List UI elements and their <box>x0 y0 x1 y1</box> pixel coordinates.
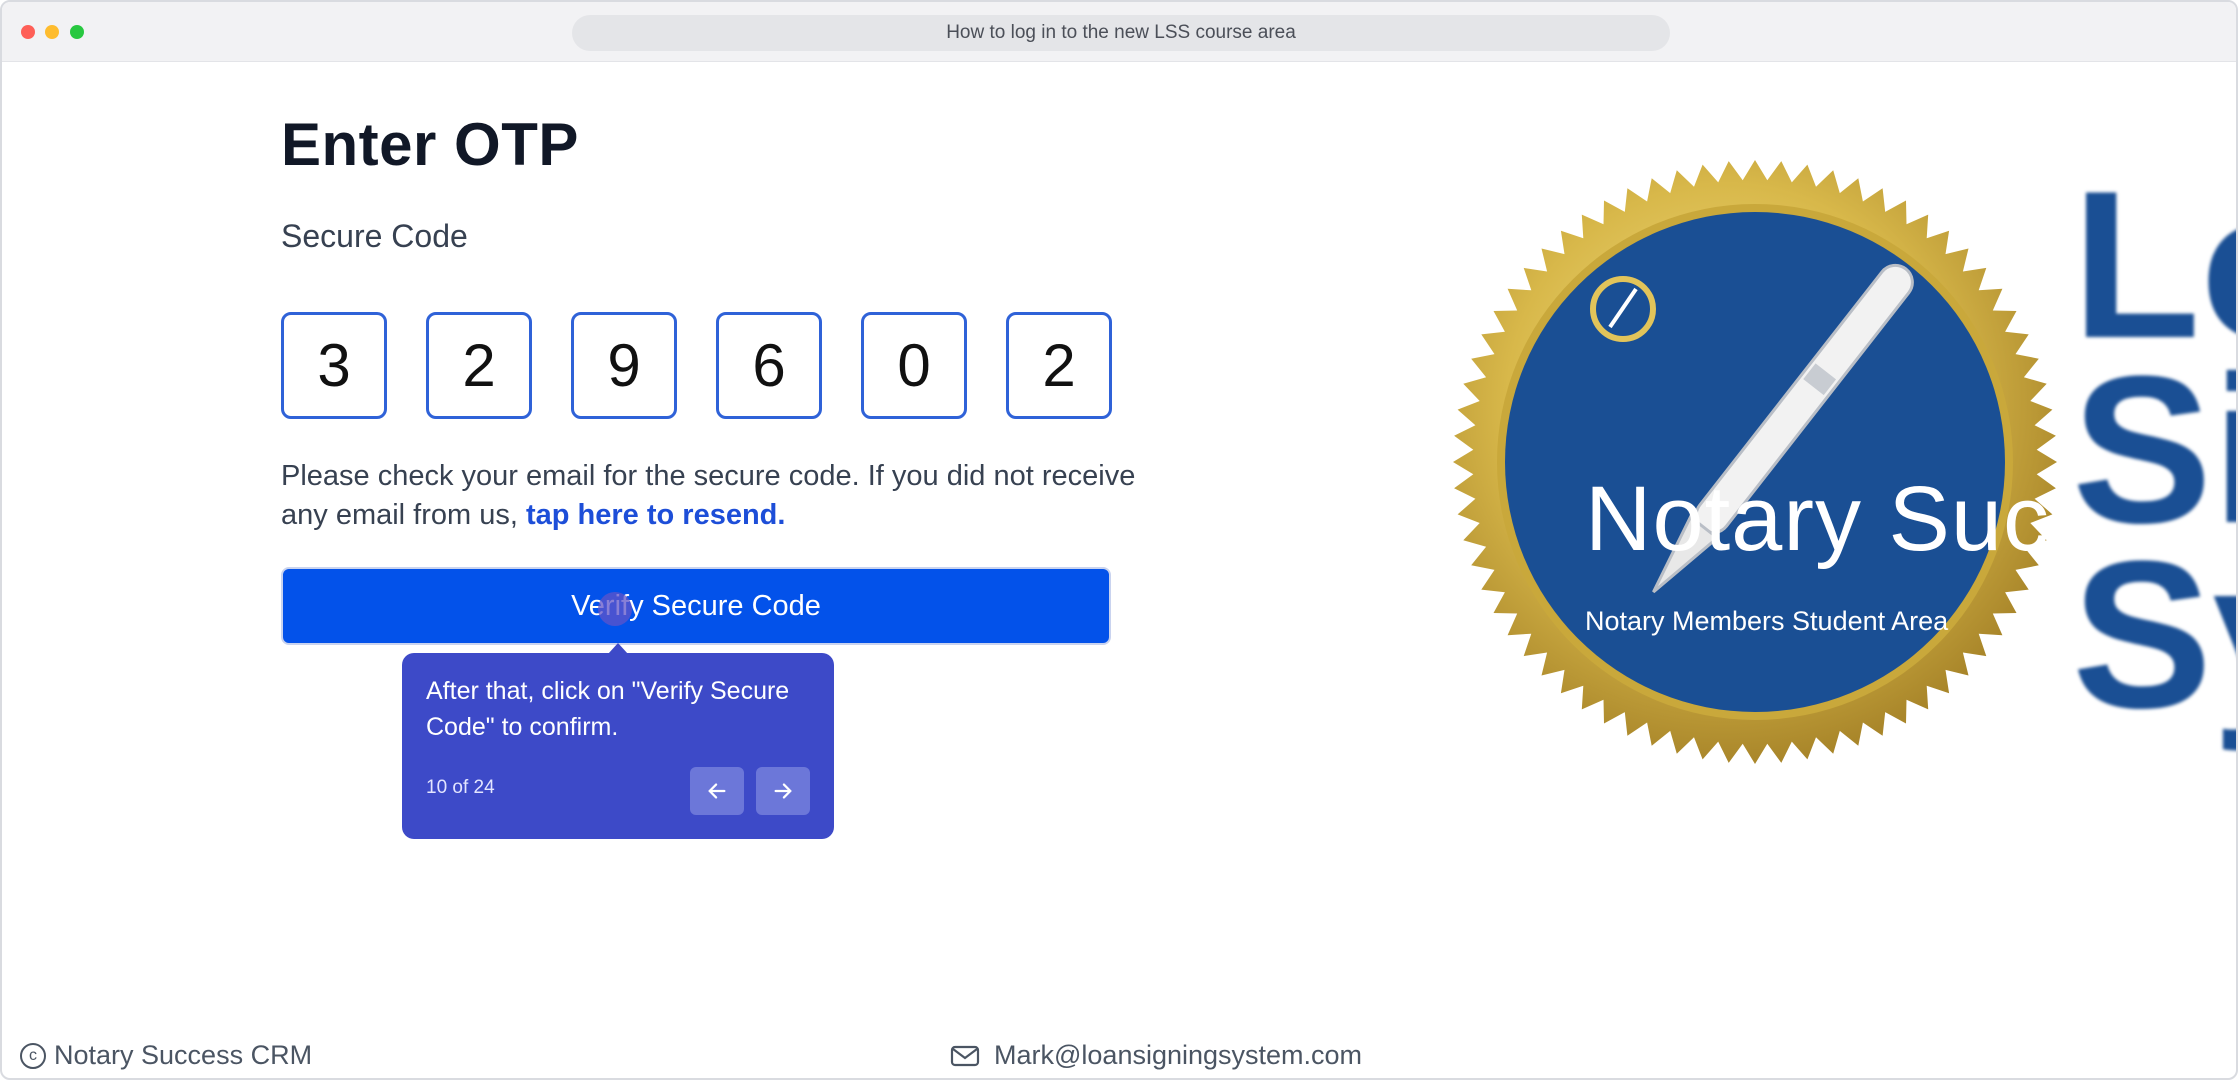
resend-link[interactable]: tap here to resend. <box>526 499 785 531</box>
otp-digit-5[interactable]: 0 <box>861 312 967 419</box>
wordmark-line-1: Lo <box>2072 172 2236 382</box>
maximize-window-button[interactable] <box>70 25 84 39</box>
verify-secure-code-button[interactable]: Verify Secure Code <box>281 567 1111 645</box>
page-title: Enter OTP <box>281 111 579 178</box>
footer-contact: Mark@loansigningsystem.com <box>950 1040 1362 1071</box>
mail-icon <box>950 1045 980 1066</box>
footer-copyright: c Notary Success CRM <box>20 1040 312 1071</box>
seal-graphic <box>1453 160 2057 764</box>
copyright-text: Notary Success CRM <box>54 1040 313 1070</box>
address-bar[interactable]: How to log in to the new LSS course area <box>572 15 1670 51</box>
otp-digit-2[interactable]: 2 <box>426 312 532 419</box>
notary-seal-logo <box>1450 157 2060 767</box>
previous-step-button[interactable] <box>690 767 744 815</box>
otp-digit-1[interactable]: 3 <box>281 312 387 419</box>
minimize-window-button[interactable] <box>45 25 59 39</box>
close-window-button[interactable] <box>21 25 35 39</box>
otp-digit-3[interactable]: 9 <box>571 312 677 419</box>
title-bar: How to log in to the new LSS course area <box>2 2 2236 62</box>
guide-tooltip: After that, click on "Verify Secure Code… <box>402 653 834 839</box>
brand-subtitle: Notary Members Student Area <box>1585 606 1949 636</box>
wordmark-line-2: Si <box>2072 332 2236 567</box>
otp-digit-6[interactable]: 2 <box>1006 312 1112 419</box>
step-counter: 10 of 24 <box>426 777 495 798</box>
tooltip-text: After that, click on "Verify Secure Code… <box>426 677 790 741</box>
wordmark-line-3: Sy <box>2072 517 2236 752</box>
secure-code-label: Secure Code <box>281 218 468 254</box>
otp-digit-4[interactable]: 6 <box>716 312 822 419</box>
brand-wordmark-fragment: Lo Si Sy <box>2072 172 2236 772</box>
arrow-left-icon <box>708 783 726 799</box>
arrow-right-icon <box>774 783 792 799</box>
next-step-button[interactable] <box>756 767 810 815</box>
click-indicator <box>598 592 632 626</box>
email-instructions: Please check your email for the secure c… <box>281 457 1141 535</box>
browser-window: How to log in to the new LSS course area… <box>0 0 2238 1080</box>
contact-email[interactable]: Mark@loansigningsystem.com <box>994 1040 1362 1071</box>
copyright-icon: c <box>20 1042 46 1069</box>
otp-input-group: 3 2 9 6 0 2 <box>281 312 1112 419</box>
